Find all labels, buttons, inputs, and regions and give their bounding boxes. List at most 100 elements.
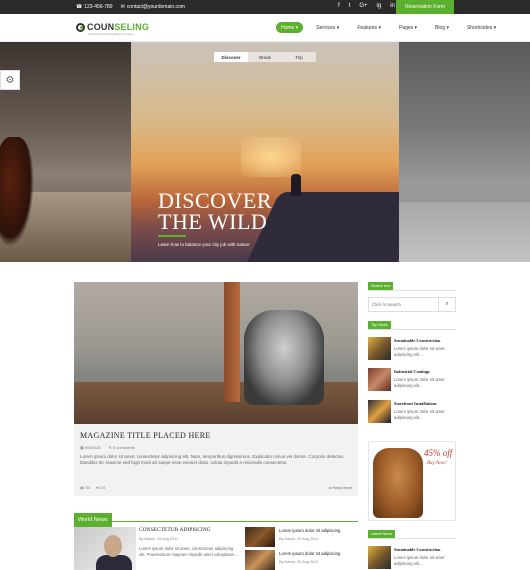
top-news-text: Lorem ipsum dolor sit amet adipiscing el…: [394, 409, 445, 420]
email-info[interactable]: ✉ contact@yourdomain.com: [121, 4, 185, 10]
logo-text: COUNSELING: [87, 22, 149, 32]
nav-features[interactable]: Features ▾: [352, 22, 386, 33]
feature-meta: ▦ 9/9/2015 ✎ 5 comments: [80, 445, 135, 450]
search-icon[interactable]: ⌕: [438, 298, 455, 311]
email-address[interactable]: contact@yourdomain.com: [127, 4, 185, 10]
world-news-text: Lorem ipsum dolor sit amet, consectetur …: [139, 546, 238, 557]
sea-image: [399, 202, 530, 262]
world-news-title-link[interactable]: CONSECTETUR ADIPISCING: [139, 527, 211, 533]
top-news-text: Lorem ipsum dolor sit amet adipiscing el…: [394, 346, 445, 357]
top-bar: ☎ 123-456-789 ✉ contact@yourdomain.com f t…: [0, 0, 530, 14]
google-plus-icon[interactable]: G+: [359, 3, 367, 9]
nav-shortcodes[interactable]: Shortcodes ▾: [462, 22, 501, 33]
tab-break[interactable]: Break: [248, 52, 282, 62]
sidebar-divider: [368, 290, 456, 291]
ad-buy-now[interactable]: Buy Now!: [427, 461, 447, 466]
tab-discover[interactable]: Discover: [214, 52, 248, 62]
small-news-meta: By Admin, 25 Aug 2012: [279, 537, 319, 541]
feature-date: ▦ 9/9/2015: [80, 445, 100, 450]
top-news-thumb[interactable]: [368, 400, 391, 423]
sidebar-divider: [368, 329, 456, 330]
top-news-title[interactable]: Sustainable Construction: [394, 338, 440, 343]
twitter-icon[interactable]: t: [349, 3, 351, 9]
feature-title[interactable]: MAGAZINE TITLE PLACED HERE: [80, 431, 211, 440]
views-value: 736: [83, 485, 91, 490]
top-news-item[interactable]: Sustainable Construction Lorem ipsum dol…: [368, 337, 456, 361]
small-news-thumb[interactable]: [245, 527, 275, 547]
sidebar-divider: [368, 538, 456, 539]
latest-news-text: Lorem ipsum dolor sit amet adipiscing el…: [394, 555, 445, 566]
small-news-meta: By Admin, 25 Aug 2012: [279, 560, 319, 564]
feature-article[interactable]: MAGAZINE TITLE PLACED HERE ▦ 9/9/2015 ✎ …: [74, 282, 358, 496]
feature-stats: ◉736 ♥125: [80, 485, 105, 490]
nav-home[interactable]: Home ▾: [276, 22, 304, 33]
motorbike-image: [0, 137, 34, 247]
search-input[interactable]: [369, 298, 439, 311]
world-news-title: World News: [74, 513, 112, 527]
comment-icon: ✎: [108, 445, 112, 450]
phone-number: 123-456-789: [84, 4, 113, 10]
facebook-icon[interactable]: f: [338, 3, 340, 9]
world-news-image[interactable]: [74, 527, 136, 570]
phone-icon: ☎: [76, 4, 83, 10]
world-news-header: World News: [74, 508, 358, 527]
small-news-item[interactable]: Lorem ipsum dolor sit adipiscing By Admi…: [245, 550, 358, 570]
small-news-thumb[interactable]: [245, 550, 275, 570]
feature-comments[interactable]: ✎ 5 comments: [108, 445, 134, 450]
hero-tabs: Discover Break Trip: [214, 52, 316, 62]
small-news-item[interactable]: Lorem ipsum dolor sit adipiscing By Admi…: [245, 527, 358, 547]
nav-services[interactable]: Services ▾: [311, 22, 344, 33]
search-form: ⌕: [368, 297, 456, 312]
top-news-thumb[interactable]: [368, 368, 391, 391]
nav-blog[interactable]: Blog ▾: [430, 22, 454, 33]
main-nav: Home ▾ Services ▾ Features ▾ Pages ▾ Blo…: [276, 22, 501, 33]
hero-subtitle: Learn how to balance your city job with …: [158, 242, 250, 247]
contact-info: ☎ 123-456-789 ✉ contact@yourdomain.com: [76, 4, 185, 10]
gear-icon[interactable]: ⚙: [0, 70, 20, 90]
likes-value: 125: [98, 485, 106, 490]
world-news-meta: By Admin, 25 Aug 2012: [139, 537, 179, 541]
social-links: f t G+ ig in: [338, 3, 395, 9]
logo-text-part1: COUN: [87, 22, 115, 32]
top-news-title[interactable]: Storefront Installations: [394, 401, 437, 406]
person-silhouette: [291, 174, 301, 196]
feature-date-text: 9/9/2015: [84, 445, 101, 450]
likes-count[interactable]: ♥125: [96, 485, 105, 490]
logo-icon: [76, 22, 85, 32]
linkedin-icon[interactable]: in: [390, 3, 395, 9]
top-news-thumb[interactable]: [368, 337, 391, 360]
top-news-text: Lorem ipsum dolor sit amet adipiscing el…: [394, 377, 445, 388]
instagram-icon[interactable]: ig: [377, 3, 382, 9]
jacket-ad-banner[interactable]: 45% off Buy Now!: [368, 441, 456, 521]
sun-glow: [241, 137, 301, 177]
views-count: ◉736: [80, 485, 90, 490]
top-news-item[interactable]: Industrial Coatings Lorem ipsum dolor si…: [368, 368, 456, 392]
latest-news-title[interactable]: Sustainable Construction: [394, 547, 440, 552]
hero-title-line2: THE WILD: [158, 209, 268, 234]
person-body: [96, 555, 132, 570]
small-news-title[interactable]: Lorem ipsum dolor sit adipiscing: [279, 528, 340, 533]
jacket-image: [373, 448, 423, 518]
read-more-link[interactable]: ▸ Read more: [329, 485, 352, 490]
latest-news-thumb[interactable]: [368, 546, 391, 569]
hero-accent-line: [158, 235, 186, 237]
hero-slide-next[interactable]: [399, 42, 530, 262]
mail-icon: ✉: [120, 4, 125, 10]
small-news-title[interactable]: Lorem ipsum dolor sit adipiscing: [279, 551, 340, 556]
top-news-title[interactable]: Industrial Coatings: [394, 369, 430, 374]
logo-text-part2: SELING: [114, 22, 150, 32]
hero-title-line1: DISCOVER: [158, 188, 273, 213]
top-news-item[interactable]: Storefront Installations Lorem ipsum dol…: [368, 400, 456, 424]
reservation-form-button[interactable]: Reservation Form: [396, 0, 454, 14]
site-header: COUNSELING Counseling & Coaching Busines…: [0, 14, 530, 42]
site-logo[interactable]: COUNSELING: [76, 22, 149, 32]
feature-excerpt: Lorem ipsum dolor sit amet, consectetur …: [80, 454, 345, 466]
latest-news-item[interactable]: Sustainable Construction Lorem ipsum dol…: [368, 546, 456, 570]
ad-discount: 45% off: [424, 448, 453, 458]
tab-trip[interactable]: Trip: [282, 52, 316, 62]
bridge-image: [224, 282, 240, 402]
feature-image[interactable]: [74, 282, 358, 424]
nav-pages[interactable]: Pages ▾: [394, 22, 422, 33]
feature-comments-text[interactable]: 5 comments: [113, 445, 135, 450]
logo-tagline: Counseling & Coaching Business Theme: [88, 33, 134, 36]
